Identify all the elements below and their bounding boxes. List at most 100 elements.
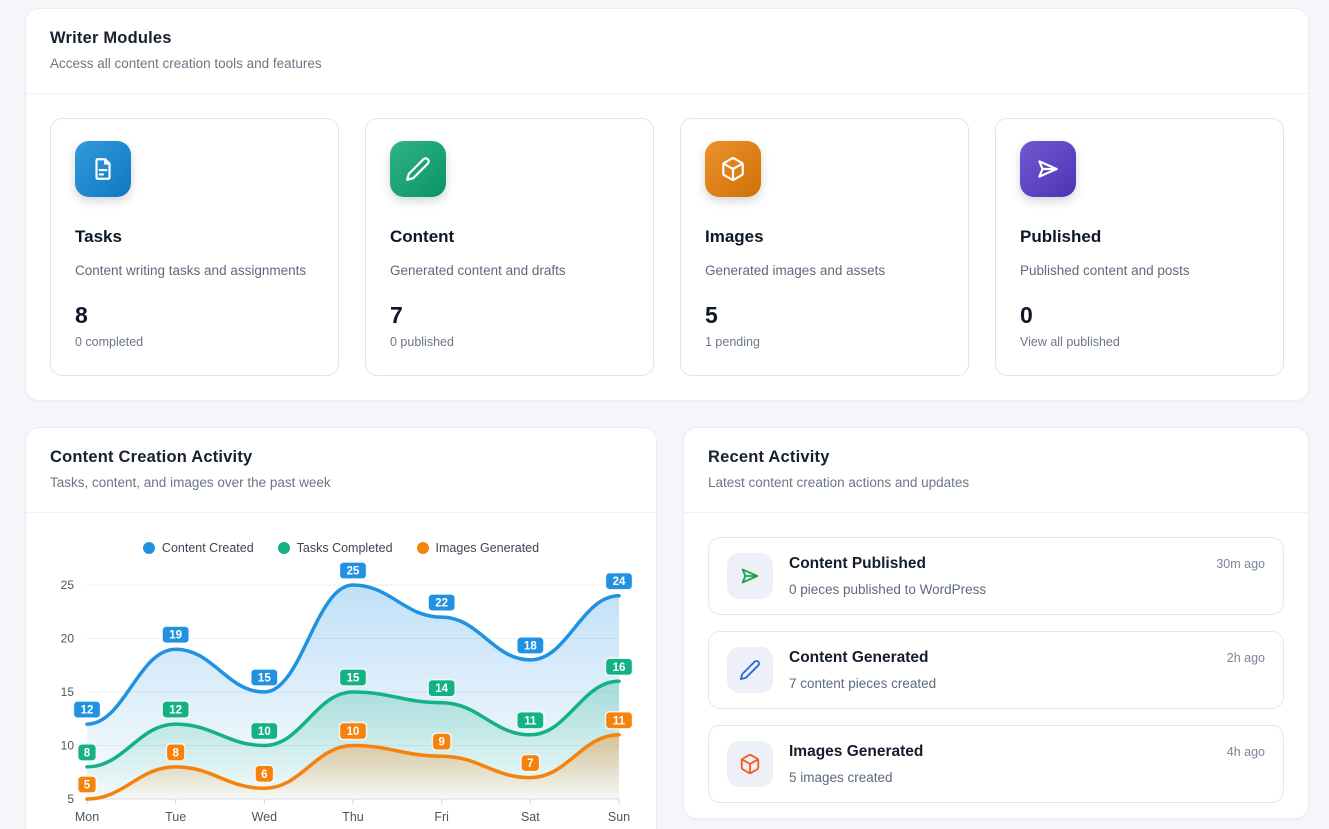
svg-text:15: 15 bbox=[258, 673, 271, 685]
content-creation-activity-card: Content Creation Activity Tasks, content… bbox=[25, 427, 657, 829]
chart-legend: Content Created Tasks Completed Images Gen… bbox=[41, 541, 641, 555]
module-sub-stat: View all published bbox=[1020, 335, 1259, 349]
point-label: 11 bbox=[517, 712, 544, 729]
point-label: 9 bbox=[432, 733, 451, 750]
point-label: 18 bbox=[517, 637, 544, 654]
point-label: 11 bbox=[606, 712, 633, 729]
svg-text:15: 15 bbox=[61, 685, 75, 699]
chart-body: Content Created Tasks Completed Images Gen… bbox=[26, 513, 656, 829]
point-label: 19 bbox=[162, 626, 189, 643]
svg-text:11: 11 bbox=[613, 716, 626, 728]
chart-card-title: Content Creation Activity bbox=[50, 448, 632, 467]
svg-text:24: 24 bbox=[613, 576, 626, 588]
point-label: 16 bbox=[606, 659, 633, 676]
writer-modules-header: Writer Modules Access all content creati… bbox=[26, 9, 1308, 94]
svg-text:9: 9 bbox=[438, 737, 444, 749]
module-count: 8 bbox=[75, 302, 314, 329]
module-sub-stat: 0 completed bbox=[75, 335, 314, 349]
legend-item[interactable]: Tasks Completed bbox=[278, 541, 393, 555]
send-icon bbox=[727, 553, 773, 599]
module-description: Published content and posts bbox=[1020, 262, 1259, 280]
module-count: 0 bbox=[1020, 302, 1259, 329]
module-description: Generated content and drafts bbox=[390, 262, 629, 280]
legend-dot-icon bbox=[278, 542, 290, 554]
module-description: Generated images and assets bbox=[705, 262, 944, 280]
activity-list: Content Published 0 pieces published to … bbox=[684, 513, 1308, 827]
module-title: Images bbox=[705, 227, 944, 247]
point-label: 22 bbox=[428, 594, 455, 611]
svg-text:8: 8 bbox=[172, 748, 179, 760]
point-label: 7 bbox=[521, 755, 540, 772]
svg-text:25: 25 bbox=[347, 566, 360, 578]
legend-label: Images Generated bbox=[436, 541, 540, 555]
svg-text:12: 12 bbox=[169, 705, 182, 717]
point-label: 8 bbox=[166, 744, 185, 761]
svg-text:15: 15 bbox=[347, 673, 360, 685]
cube-icon bbox=[705, 141, 761, 197]
module-card-content[interactable]: Content Generated content and drafts 7 0… bbox=[365, 118, 654, 376]
activity-item-title: Images Generated bbox=[789, 743, 1211, 761]
svg-text:7: 7 bbox=[527, 758, 533, 770]
svg-text:Sun: Sun bbox=[608, 810, 630, 824]
module-count: 5 bbox=[705, 302, 944, 329]
svg-text:Sat: Sat bbox=[521, 810, 540, 824]
module-card-published[interactable]: Published Published content and posts 0 … bbox=[995, 118, 1284, 376]
module-sub-stat: 0 published bbox=[390, 335, 629, 349]
point-label: 10 bbox=[251, 723, 278, 740]
recent-activity-subtitle: Latest content creation actions and upda… bbox=[708, 475, 1284, 490]
svg-text:18: 18 bbox=[524, 641, 537, 653]
file-icon bbox=[75, 141, 131, 197]
cube-icon bbox=[727, 741, 773, 787]
svg-text:10: 10 bbox=[61, 739, 75, 753]
svg-text:19: 19 bbox=[169, 630, 182, 642]
point-label: 12 bbox=[74, 701, 101, 718]
pencil-icon bbox=[727, 647, 773, 693]
pencil-icon bbox=[390, 141, 446, 197]
point-label: 6 bbox=[255, 766, 273, 783]
point-label: 5 bbox=[78, 776, 97, 793]
svg-text:14: 14 bbox=[435, 683, 448, 695]
legend-dot-icon bbox=[143, 542, 155, 554]
activity-item-description: 0 pieces published to WordPress bbox=[789, 582, 1200, 597]
chart-card-header: Content Creation Activity Tasks, content… bbox=[26, 428, 656, 513]
module-title: Content bbox=[390, 227, 629, 247]
activity-item-images-generated[interactable]: Images Generated 5 images created 4h ago bbox=[708, 725, 1284, 803]
activity-item-main: Content Generated 7 content pieces creat… bbox=[789, 647, 1211, 691]
point-label: 8 bbox=[78, 744, 97, 761]
point-label: 10 bbox=[340, 723, 367, 740]
bottom-row: Content Creation Activity Tasks, content… bbox=[25, 427, 1309, 829]
legend-item[interactable]: Images Generated bbox=[417, 541, 540, 555]
writer-modules-title: Writer Modules bbox=[50, 29, 1284, 48]
recent-activity-header: Recent Activity Latest content creation … bbox=[684, 428, 1308, 513]
activity-item-title: Content Published bbox=[789, 555, 1200, 573]
svg-text:16: 16 bbox=[613, 662, 626, 674]
modules-grid: Tasks Content writing tasks and assignme… bbox=[26, 94, 1308, 400]
module-card-images[interactable]: Images Generated images and assets 5 1 p… bbox=[680, 118, 969, 376]
point-label: 15 bbox=[340, 669, 367, 686]
point-label: 15 bbox=[251, 669, 278, 686]
module-count: 7 bbox=[390, 302, 629, 329]
svg-text:5: 5 bbox=[84, 780, 91, 792]
svg-text:22: 22 bbox=[435, 598, 448, 610]
activity-line-chart: 510152025MonTueWedThuFriSatSun1219152522… bbox=[41, 561, 641, 829]
legend-item[interactable]: Content Created bbox=[143, 541, 254, 555]
activity-item-main: Images Generated 5 images created bbox=[789, 741, 1211, 785]
svg-text:Tue: Tue bbox=[165, 810, 186, 824]
recent-activity-title: Recent Activity bbox=[708, 448, 1284, 467]
svg-text:11: 11 bbox=[524, 716, 537, 728]
svg-text:5: 5 bbox=[67, 792, 74, 806]
point-label: 14 bbox=[428, 680, 455, 697]
activity-item-content-published[interactable]: Content Published 0 pieces published to … bbox=[708, 537, 1284, 615]
svg-text:Mon: Mon bbox=[75, 810, 99, 824]
send-icon bbox=[1020, 141, 1076, 197]
writer-modules-subtitle: Access all content creation tools and fe… bbox=[50, 56, 1284, 71]
module-sub-stat: 1 pending bbox=[705, 335, 944, 349]
activity-item-content-generated[interactable]: Content Generated 7 content pieces creat… bbox=[708, 631, 1284, 709]
activity-item-title: Content Generated bbox=[789, 649, 1211, 667]
activity-item-main: Content Published 0 pieces published to … bbox=[789, 553, 1200, 597]
module-description: Content writing tasks and assignments bbox=[75, 262, 314, 280]
legend-label: Content Created bbox=[162, 541, 254, 555]
dashboard-page: Writer Modules Access all content creati… bbox=[0, 0, 1329, 829]
svg-text:Thu: Thu bbox=[342, 810, 364, 824]
module-card-tasks[interactable]: Tasks Content writing tasks and assignme… bbox=[50, 118, 339, 376]
